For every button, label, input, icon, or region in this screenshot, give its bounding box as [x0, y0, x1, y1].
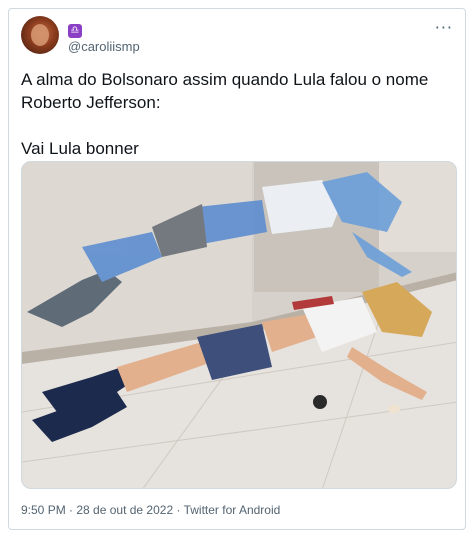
tweet-source[interactable]: Twitter for Android — [184, 503, 281, 517]
tweet-media-photo[interactable] — [21, 161, 457, 489]
meta-separator: · — [173, 503, 184, 517]
more-options-icon[interactable]: ··· — [435, 18, 453, 37]
meta-separator: · — [65, 503, 77, 517]
user-handle[interactable]: @caroliismp — [68, 39, 140, 54]
photo-illustration — [22, 162, 456, 488]
libra-icon: ♎ — [68, 24, 82, 38]
avatar-face — [31, 24, 49, 46]
tweet-text-line: A alma do Bolsonaro assim quando Lula fa… — [21, 70, 429, 112]
tweet-time[interactable]: 9:50 PM — [21, 503, 66, 517]
tweet-meta: 9:50 PM · 28 de out de 2022 · Twitter fo… — [21, 503, 280, 517]
tweet-text-line: Vai Lula bonner — [21, 139, 139, 158]
avatar[interactable] — [21, 16, 59, 54]
tweet-header: ♎ @caroliismp ··· — [21, 16, 453, 56]
display-name[interactable]: ♎ — [68, 20, 82, 38]
tweet-card: ♎ @caroliismp ··· A alma do Bolsonaro as… — [8, 8, 466, 530]
tweet-date[interactable]: 28 de out de 2022 — [76, 503, 173, 517]
